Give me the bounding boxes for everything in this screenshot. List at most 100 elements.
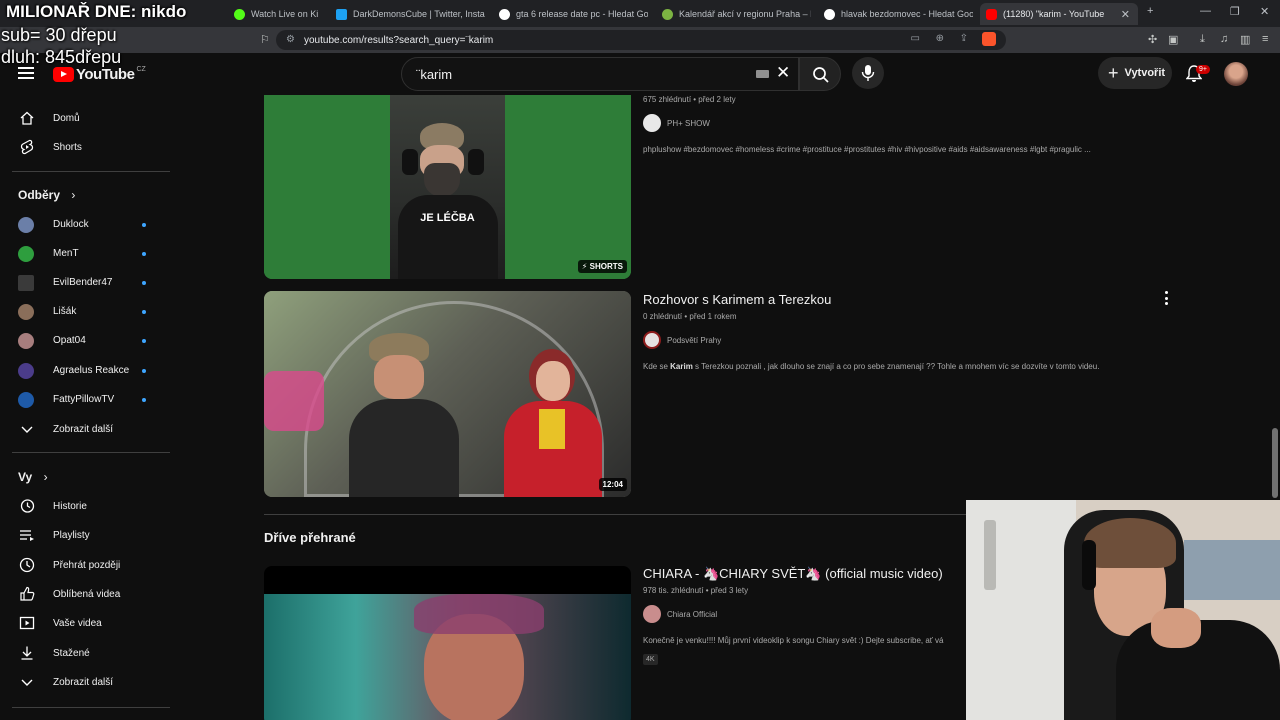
- browser-tab[interactable]: DarkDemonsCube | Twitter, Instagra: [330, 3, 485, 25]
- channel-avatar: [18, 275, 34, 291]
- sidebar-subscription[interactable]: Duklock: [0, 210, 160, 239]
- sidebar-toggle-icon[interactable]: ▥: [1240, 33, 1250, 46]
- youtube-icon: [986, 8, 997, 20]
- shorts-icon: ⚡: [581, 262, 588, 271]
- wallet-icon[interactable]: ▣: [1168, 33, 1178, 46]
- search-input[interactable]: ¨karim: [401, 57, 799, 91]
- zoom-icon[interactable]: ⊕: [936, 33, 944, 44]
- sidebar-item-label: FattyPillowTV: [53, 394, 115, 405]
- sidebar-item-watch-later[interactable]: Přehrát později: [0, 551, 160, 580]
- voice-search-button[interactable]: [852, 57, 884, 89]
- new-content-dot: [142, 223, 146, 227]
- subscriptions-heading[interactable]: Odběry ›: [18, 188, 75, 202]
- youtube-logo[interactable]: YouTube CZ: [53, 66, 146, 83]
- sidebar-item-shorts[interactable]: Shorts: [0, 133, 160, 162]
- channel-link[interactable]: Podsvětí Prahy: [643, 331, 721, 349]
- close-window-icon[interactable]: ✕: [1260, 5, 1269, 18]
- downloads-icon[interactable]: ⤓: [1200, 33, 1205, 46]
- share-icon[interactable]: ⇪: [960, 33, 968, 44]
- bookmark-icon[interactable]: ⚐: [260, 33, 270, 46]
- sidebar-item-label: MenT: [53, 248, 79, 259]
- video-thumbnail[interactable]: [264, 566, 631, 720]
- tab-label: Kalendář akcí v regionu Praha – Kudy: [679, 9, 811, 19]
- cast-icon[interactable]: ▭: [911, 33, 920, 44]
- create-button[interactable]: + Vytvořit: [1098, 57, 1172, 89]
- video-thumbnail[interactable]: JE LÉČBA ⚡ SHORTS: [264, 95, 631, 279]
- sidebar-item-your-videos[interactable]: Vaše videa: [0, 609, 160, 638]
- sidebar-subscription[interactable]: Lišák: [0, 297, 160, 326]
- sidebar-item-home[interactable]: Domů: [0, 104, 160, 133]
- sidebar-item-label: Historie: [53, 501, 87, 512]
- channel-link[interactable]: PH+ SHOW: [643, 114, 710, 132]
- previously-watched-heading: Dříve přehrané: [264, 530, 356, 545]
- sidebar-item-label: Oblíbená videa: [53, 589, 121, 600]
- sidebar-show-more[interactable]: Zobrazit další: [0, 415, 160, 444]
- thumbnail-caption: JE LÉČBA: [420, 212, 475, 224]
- video-title[interactable]: CHIARA - 🦄CHIARY SVĚT🦄 (official music v…: [643, 566, 943, 582]
- sidebar-item-liked[interactable]: Oblíbená videa: [0, 580, 160, 609]
- account-avatar[interactable]: [1224, 62, 1248, 86]
- media-icon[interactable]: ♫: [1220, 33, 1228, 45]
- new-content-dot: [142, 369, 146, 373]
- browser-tab-active[interactable]: (11280) "karim - YouTube ✕: [980, 3, 1138, 25]
- thumbnail-image: JE LÉČBA: [390, 95, 505, 279]
- channel-avatar: [18, 363, 34, 379]
- sidebar-subscription[interactable]: MenT: [0, 239, 160, 268]
- sidebar-divider: [12, 707, 170, 708]
- url-field[interactable]: ⚙ youtube.com/results?search_query=¨kari…: [276, 30, 1006, 50]
- sidebar-item-label: Stažené: [53, 648, 90, 659]
- keyboard-icon[interactable]: [756, 70, 769, 78]
- page-scrollbar[interactable]: [1272, 428, 1278, 498]
- sidebar-subscription[interactable]: FattyPillowTV: [0, 385, 160, 414]
- search-button[interactable]: [799, 57, 841, 91]
- new-tab-button[interactable]: +: [1147, 5, 1153, 17]
- new-content-dot: [142, 398, 146, 402]
- new-content-dot: [142, 252, 146, 256]
- sidebar-subscription[interactable]: Opat04: [0, 326, 160, 355]
- channel-link[interactable]: Chiara Official: [643, 605, 717, 623]
- video-title[interactable]: Rozhovor s Karimem a Terezkou: [643, 292, 831, 307]
- kick-icon: [234, 8, 245, 20]
- browser-tab[interactable]: gta 6 release date pc - Hledat Goog: [493, 3, 648, 25]
- history-icon: [20, 499, 35, 513]
- sidebar-item-label: Duklock: [53, 219, 89, 230]
- playlists-icon: [20, 530, 34, 541]
- sidebar-show-more[interactable]: Zobrazit další: [0, 668, 160, 697]
- sidebar-subscription[interactable]: EvilBender47: [0, 268, 160, 297]
- site-info-icon[interactable]: ⚙: [286, 34, 295, 45]
- sidebar: Domů Shorts Odběry › Duklock MenT EvilBe…: [0, 95, 170, 720]
- hamburger-menu-icon[interactable]: [18, 67, 34, 79]
- sidebar-item-playlists[interactable]: Playlisty: [0, 521, 160, 550]
- restore-icon[interactable]: ❐: [1230, 5, 1240, 18]
- video-thumbnail[interactable]: 12:04: [264, 291, 631, 497]
- shorts-badge-label: SHORTS: [589, 262, 623, 271]
- tab-label: DarkDemonsCube | Twitter, Instagra: [353, 9, 485, 19]
- stream-overlay-line-1: sub= 30 dřepu: [1, 25, 117, 45]
- watch-later-icon: [19, 557, 35, 573]
- extensions-icon[interactable]: ✣: [1148, 33, 1157, 46]
- menu-icon[interactable]: ≡: [1262, 33, 1268, 45]
- more-actions-icon[interactable]: [1163, 291, 1169, 305]
- close-tab-icon[interactable]: ✕: [1121, 8, 1130, 21]
- description-text: s Terezkou poznali , jak dlouho se znají…: [692, 362, 1100, 371]
- tab-label: hlavak bezdomovec - Hledat Google: [841, 9, 973, 19]
- clear-search-icon[interactable]: ✕: [776, 63, 790, 83]
- browser-tab[interactable]: Watch Live on Ki: [228, 3, 326, 25]
- kudy-icon: [662, 8, 673, 20]
- sidebar-subscription[interactable]: Agraelus Reakce: [0, 356, 160, 385]
- browser-tab[interactable]: Kalendář akcí v regionu Praha – Kudy: [656, 3, 811, 25]
- you-heading[interactable]: Vy ›: [18, 470, 48, 484]
- video-description: phplushow #bezdomovec #homeless #crime #…: [643, 145, 1091, 154]
- minimize-icon[interactable]: —: [1200, 5, 1211, 17]
- channel-avatar: [643, 605, 661, 623]
- tab-label: (11280) "karim - YouTube: [1003, 9, 1105, 19]
- sidebar-item-history[interactable]: Historie: [0, 492, 160, 521]
- sidebar-item-downloads[interactable]: Stažené: [0, 639, 160, 668]
- browser-tab[interactable]: hlavak bezdomovec - Hledat Google: [818, 3, 973, 25]
- sidebar-item-label: Playlisty: [53, 530, 90, 541]
- webcam-overlay: [966, 500, 1280, 720]
- brave-shield-icon[interactable]: [982, 32, 996, 46]
- twitter-icon: [336, 8, 347, 20]
- chevron-down-icon: [21, 426, 33, 433]
- tab-label: gta 6 release date pc - Hledat Goog: [516, 9, 648, 19]
